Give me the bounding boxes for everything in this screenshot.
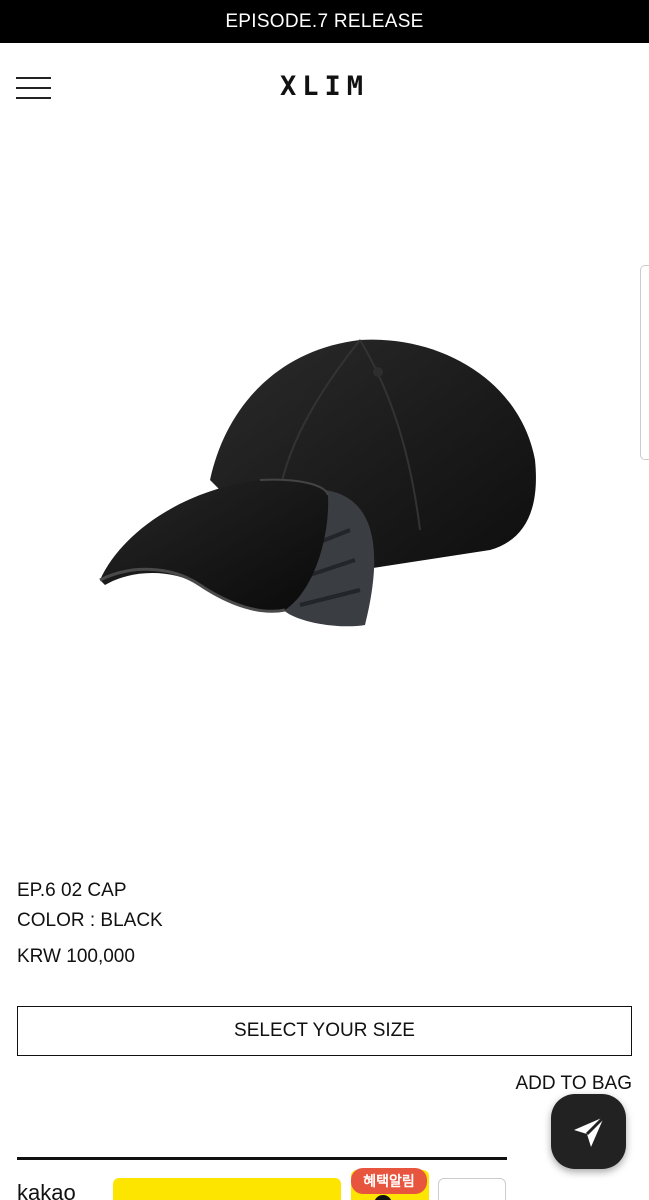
- brand-logo[interactable]: XLIM: [0, 71, 649, 102]
- select-size-button[interactable]: SELECT YOUR SIZE: [17, 1006, 632, 1056]
- product-color: COLOR : BLACK: [17, 910, 163, 931]
- product-price: KRW 100,000: [17, 946, 135, 967]
- kakao-label: kakao: [17, 1180, 76, 1200]
- send-arrow-icon: [573, 1115, 605, 1147]
- benefit-badge: 혜택알림: [351, 1168, 427, 1194]
- product-name: EP.6 02 CAP: [17, 880, 127, 901]
- product-info: EP.6 02 CAP COLOR : BLACK: [17, 876, 163, 936]
- announcement-text: EPISODE.7 RELEASE: [225, 10, 424, 32]
- kakao-pay-button[interactable]: [113, 1178, 341, 1200]
- black-cap-image: [99, 339, 536, 627]
- select-size-label: SELECT YOUR SIZE: [234, 1020, 415, 1041]
- add-to-bag-button[interactable]: ADD TO BAG: [516, 1073, 633, 1095]
- announcement-bar[interactable]: EPISODE.7 RELEASE: [0, 0, 649, 43]
- secondary-button[interactable]: [438, 1178, 506, 1200]
- section-divider: [17, 1157, 507, 1160]
- floating-send-button[interactable]: [551, 1094, 626, 1169]
- site-header: XLIM: [0, 43, 649, 133]
- side-scroll-tab[interactable]: [640, 265, 649, 460]
